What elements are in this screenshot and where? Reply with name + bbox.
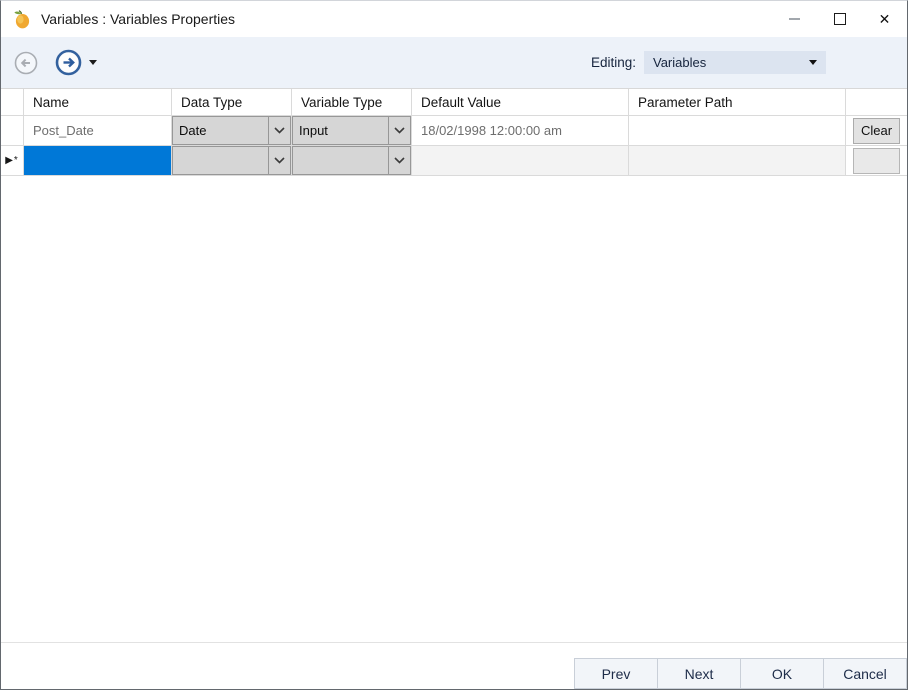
variable-type-combo[interactable]: Input	[292, 116, 412, 146]
app-mango-icon	[14, 10, 30, 29]
cancel-button[interactable]: Cancel	[823, 658, 907, 689]
column-header-data-type[interactable]: Data Type	[172, 89, 292, 116]
forward-button[interactable]	[55, 49, 82, 76]
content-area	[1, 176, 907, 642]
window-title: Variables : Variables Properties	[41, 11, 236, 27]
maximize-button[interactable]	[817, 1, 862, 37]
column-header-variable-type[interactable]: Variable Type	[292, 89, 412, 116]
forward-dropdown-caret-icon[interactable]	[89, 60, 97, 65]
chevron-down-icon[interactable]	[388, 117, 410, 144]
editing-group: Editing: Variables	[591, 51, 826, 74]
editing-label: Editing:	[590, 55, 636, 70]
default-value-cell[interactable]	[412, 146, 629, 176]
column-header-parameter-path[interactable]: Parameter Path	[629, 89, 846, 116]
new-row-selector[interactable]: ▶*	[1, 146, 24, 176]
data-type-value: Date	[179, 123, 207, 138]
window-controls: ✕	[772, 1, 907, 37]
variables-properties-dialog: Variables : Variables Properties ✕ Editi…	[0, 0, 908, 690]
action-cell: Clear	[846, 116, 907, 146]
forward-arrow-circle-icon	[55, 49, 82, 76]
maximize-icon	[833, 13, 846, 25]
prev-button[interactable]: Prev	[574, 658, 658, 689]
default-value-cell[interactable]: 18/02/1998 12:00:00 am	[412, 116, 629, 146]
clear-button[interactable]: Clear	[853, 117, 900, 144]
toolbar: Editing: Variables	[1, 37, 907, 88]
variables-grid: Name Data Type Variable Type Default Val…	[1, 88, 907, 176]
back-button[interactable]	[14, 51, 38, 75]
data-type-combo[interactable]: Date	[172, 116, 292, 146]
clear-button-disabled[interactable]	[853, 147, 900, 174]
ok-button[interactable]: OK	[740, 658, 824, 689]
chevron-down-icon	[809, 60, 817, 65]
back-arrow-circle-icon	[14, 51, 38, 74]
minimize-button[interactable]	[772, 1, 817, 37]
column-header-actions	[846, 89, 907, 116]
close-button[interactable]: ✕	[862, 1, 907, 37]
title-bar: Variables : Variables Properties ✕	[1, 1, 907, 37]
parameter-path-cell[interactable]	[629, 146, 846, 176]
action-cell	[846, 146, 907, 176]
variable-type-combo[interactable]	[292, 146, 412, 176]
chevron-down-icon[interactable]	[268, 117, 290, 144]
data-type-combo[interactable]	[172, 146, 292, 176]
column-header-default-value[interactable]: Default Value	[412, 89, 629, 116]
footer-bar: Prev Next OK Cancel	[1, 642, 907, 689]
minimize-icon	[789, 18, 800, 20]
editing-select-value: Variables	[653, 55, 707, 70]
column-header-row-selector	[1, 89, 24, 116]
chevron-down-icon[interactable]	[268, 147, 290, 174]
name-cell[interactable]: Post_Date	[24, 116, 172, 146]
parameter-path-cell[interactable]	[629, 116, 846, 146]
variable-type-value: Input	[299, 123, 328, 138]
next-button[interactable]: Next	[657, 658, 741, 689]
close-icon: ✕	[878, 10, 891, 27]
editing-select[interactable]: Variables	[644, 51, 826, 74]
name-cell-selected[interactable]	[24, 146, 172, 176]
column-header-name[interactable]: Name	[24, 89, 172, 116]
row-selector[interactable]	[1, 116, 24, 146]
footer-buttons: Prev Next OK Cancel	[574, 658, 907, 689]
chevron-down-icon[interactable]	[388, 147, 410, 174]
